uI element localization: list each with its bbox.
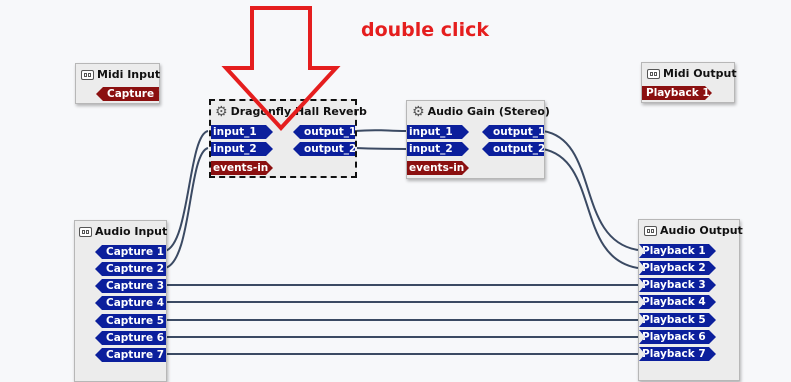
capture-5-port[interactable]: Capture 5 bbox=[95, 314, 166, 328]
playback-4-port[interactable]: Playback 4 bbox=[639, 295, 716, 309]
reverb-input-2-port[interactable]: input_2 bbox=[211, 142, 273, 156]
capture-3-port[interactable]: Capture 3 bbox=[95, 279, 166, 293]
audio-input-title: Audio Input bbox=[79, 225, 167, 238]
playback-7-port[interactable]: Playback 7 bbox=[639, 347, 716, 361]
ports-icon bbox=[647, 68, 660, 79]
playback-1-port[interactable]: Playback 1 bbox=[639, 244, 716, 258]
reverb-title: ⚙ Dragonfly Hall Reverb bbox=[215, 103, 367, 120]
patchbay-canvas[interactable]: Midi Input Capture 1 Midi Output Playbac… bbox=[0, 0, 791, 382]
audio-gain-stereo-node[interactable]: ⚙ Audio Gain (Stereo) input_1 input_2 ou… bbox=[406, 100, 550, 179]
playback-5-port[interactable]: Playback 5 bbox=[639, 313, 716, 327]
playback-3-port[interactable]: Playback 3 bbox=[639, 278, 716, 292]
double-click-annotation: double click bbox=[361, 19, 489, 41]
ports-icon bbox=[79, 226, 92, 237]
midi-output-node[interactable]: Midi Output Playback 1 bbox=[641, 62, 737, 103]
connection-gain-output1-playback1[interactable] bbox=[542, 130, 639, 251]
connection-gain-output2-playback2[interactable] bbox=[542, 148, 639, 269]
reverb-events-in-port[interactable]: events-in bbox=[211, 161, 273, 175]
ports-icon bbox=[644, 225, 657, 236]
midi-playback-1-port[interactable]: Playback 1 bbox=[642, 86, 712, 100]
gain-output-1-port[interactable]: output_1 bbox=[482, 125, 544, 139]
audio-output-node[interactable]: Audio Output Playback 1 Playback 2 Playb… bbox=[638, 219, 743, 381]
midi-capture-1-port[interactable]: Capture 1 bbox=[96, 87, 159, 101]
connection-capture2-reverb-input2[interactable] bbox=[164, 147, 209, 269]
reverb-input-1-port[interactable]: input_1 bbox=[211, 125, 273, 139]
capture-4-port[interactable]: Capture 4 bbox=[95, 296, 166, 310]
gain-title: ⚙ Audio Gain (Stereo) bbox=[412, 103, 550, 120]
reverb-output-1-port[interactable]: output_1 bbox=[293, 125, 355, 139]
capture-7-port[interactable]: Capture 7 bbox=[95, 348, 166, 362]
gear-icon: ⚙ bbox=[412, 103, 425, 120]
reverb-output-2-port[interactable]: output_2 bbox=[293, 142, 355, 156]
gain-output-2-port[interactable]: output_2 bbox=[482, 142, 544, 156]
dragonfly-hall-reverb-node[interactable]: ⚙ Dragonfly Hall Reverb input_1 input_2 … bbox=[209, 99, 367, 178]
connection-reverb-output1-gain-input1[interactable] bbox=[354, 129, 407, 132]
midi-input-title: Midi Input bbox=[81, 68, 160, 81]
audio-input-node[interactable]: Audio Input Capture 1 Capture 2 Capture … bbox=[74, 220, 167, 382]
capture-1-port[interactable]: Capture 1 bbox=[95, 245, 166, 259]
connection-reverb-output2-gain-input2[interactable] bbox=[354, 147, 407, 150]
capture-2-port[interactable]: Capture 2 bbox=[95, 262, 166, 276]
capture-6-port[interactable]: Capture 6 bbox=[95, 331, 166, 345]
gain-input-2-port[interactable]: input_2 bbox=[407, 142, 469, 156]
playback-6-port[interactable]: Playback 6 bbox=[639, 330, 716, 344]
midi-output-title: Midi Output bbox=[647, 67, 737, 80]
audio-output-title: Audio Output bbox=[644, 224, 743, 237]
ports-icon bbox=[81, 69, 94, 80]
midi-input-node[interactable]: Midi Input Capture 1 bbox=[75, 63, 160, 104]
gear-icon: ⚙ bbox=[215, 103, 228, 120]
connection-capture1-reverb-input1[interactable] bbox=[164, 130, 209, 252]
playback-2-port[interactable]: Playback 2 bbox=[639, 261, 716, 275]
gain-input-1-port[interactable]: input_1 bbox=[407, 125, 469, 139]
gain-events-in-port[interactable]: events-in bbox=[407, 161, 469, 175]
